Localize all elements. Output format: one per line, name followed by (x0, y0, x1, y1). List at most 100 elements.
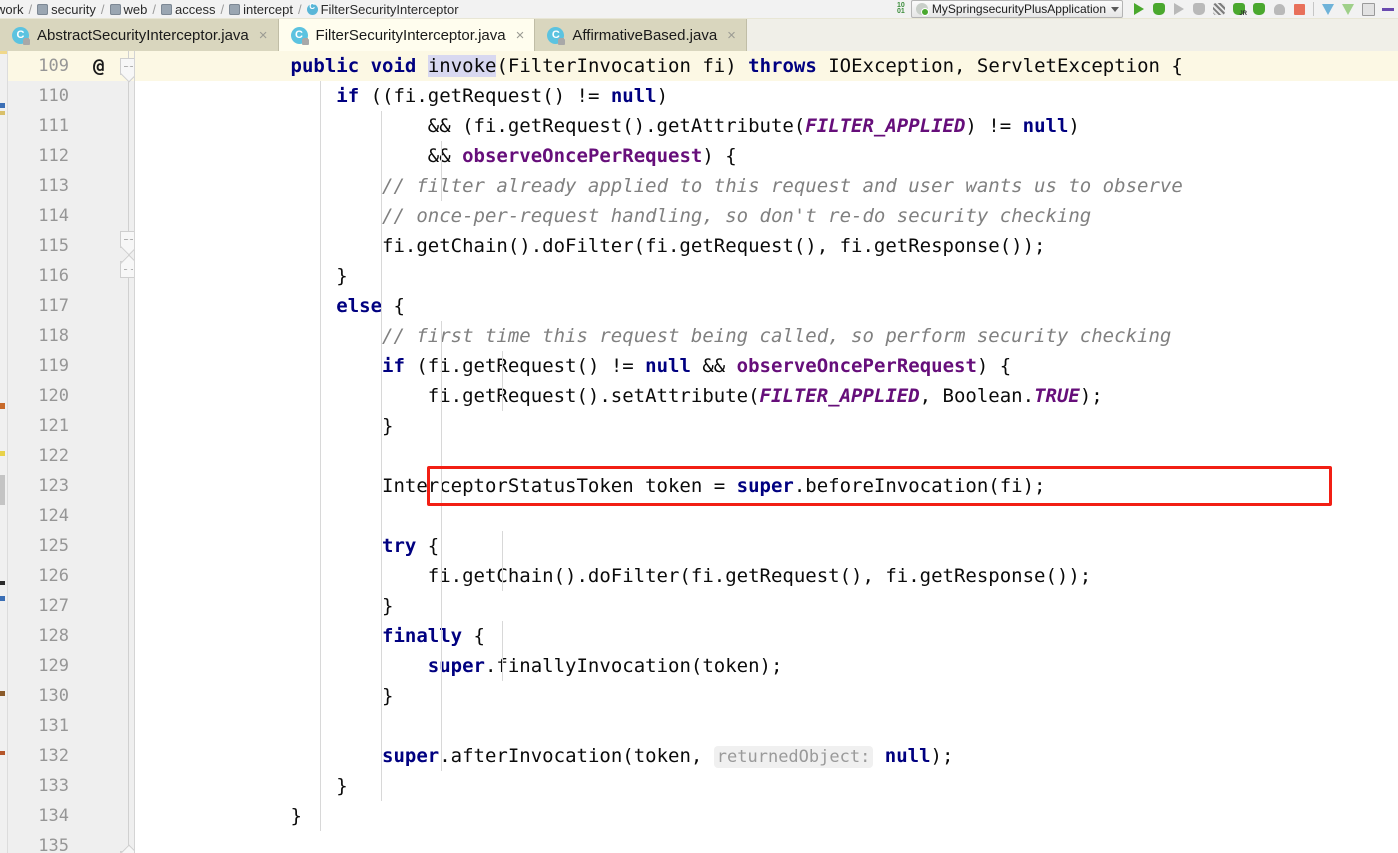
line-number[interactable]: 114 (9, 201, 69, 231)
gutter-row[interactable]: 132 (8, 741, 135, 771)
vcs-change-marker[interactable] (0, 691, 5, 696)
line-number[interactable]: 118 (9, 321, 69, 351)
line-number[interactable]: 115 (9, 231, 69, 261)
line-numbers-icon[interactable]: 10 01 (891, 0, 911, 18)
close-icon[interactable]: × (725, 28, 738, 43)
line-number[interactable]: 110 (9, 81, 69, 111)
line-number[interactable]: 133 (9, 771, 69, 801)
code-line[interactable]: } (135, 801, 1398, 831)
code-line[interactable]: else { (135, 291, 1398, 321)
line-number[interactable]: 131 (9, 711, 69, 741)
line-number[interactable]: 126 (9, 561, 69, 591)
vcs-change-marker[interactable] (0, 475, 5, 505)
gutter-row[interactable]: 117 (8, 291, 135, 321)
more-actions-button[interactable] (1378, 0, 1398, 18)
gutter-row[interactable]: 119 (8, 351, 135, 381)
vcs-history-button[interactable] (1358, 0, 1378, 18)
line-number[interactable]: 109 (9, 51, 69, 81)
code-editor[interactable]: 109 @110 111 112 113 114 115 116 117 118 119 120 121… (0, 51, 1398, 853)
line-number[interactable]: 123 (9, 471, 69, 501)
code-line[interactable]: fi.getRequest().setAttribute(FILTER_APPL… (135, 381, 1398, 411)
coverage-button[interactable] (1209, 0, 1229, 18)
line-number[interactable]: 125 (9, 531, 69, 561)
code-line[interactable]: InterceptorStatusToken token = super.bef… (135, 471, 1398, 501)
breadcrumb-item-web[interactable]: web (109, 0, 147, 18)
vcs-change-marker[interactable] (0, 403, 5, 409)
breadcrumb-item-access[interactable]: access (160, 0, 215, 18)
line-number[interactable]: 124 (9, 501, 69, 531)
code-line[interactable]: super.afterInvocation(token, returnedObj… (135, 741, 1398, 771)
editor-gutter[interactable]: 109 @110 111 112 113 114 115 116 117 118 119 120 121… (8, 51, 135, 853)
gutter-row[interactable]: 126 (8, 561, 135, 591)
line-number[interactable]: 113 (9, 171, 69, 201)
vcs-change-marker[interactable] (0, 581, 5, 585)
vcs-change-marker[interactable] (0, 103, 5, 108)
vcs-change-marker[interactable] (0, 596, 5, 601)
code-line[interactable]: } (135, 261, 1398, 291)
code-line[interactable] (135, 441, 1398, 471)
gutter-row[interactable]: 129 (8, 651, 135, 681)
gutter-row[interactable]: 110 (8, 81, 135, 111)
profile-async-button[interactable] (1249, 0, 1269, 18)
gutter-row[interactable]: 127 (8, 591, 135, 621)
gutter-row[interactable]: 125 (8, 531, 135, 561)
gutter-row[interactable]: 134 (8, 801, 135, 831)
gutter-row[interactable]: 114 (8, 201, 135, 231)
gutter-row[interactable]: 111 (8, 111, 135, 141)
code-line[interactable]: // once-per-request handling, so don't r… (135, 201, 1398, 231)
line-number[interactable]: 129 (9, 651, 69, 681)
attach-process-button[interactable] (1269, 0, 1289, 18)
vcs-change-marker[interactable] (0, 51, 7, 54)
gutter-row[interactable]: 121 (8, 411, 135, 441)
code-line[interactable]: } (135, 591, 1398, 621)
line-number[interactable]: 135 (9, 831, 69, 853)
line-number[interactable]: 117 (9, 291, 69, 321)
line-number[interactable]: 122 (9, 441, 69, 471)
gutter-row[interactable]: 124 (8, 501, 135, 531)
gutter-row[interactable]: 115 (8, 231, 135, 261)
breadcrumb-item-filtersecurityinterceptor[interactable]: FilterSecurityInterceptor (306, 0, 459, 18)
code-line[interactable]: // filter already applied to this reques… (135, 171, 1398, 201)
code-line[interactable] (135, 831, 1398, 853)
line-number[interactable]: 120 (9, 381, 69, 411)
line-number[interactable]: 134 (9, 801, 69, 831)
gutter-row[interactable]: 123 (8, 471, 135, 501)
code-line[interactable]: } (135, 771, 1398, 801)
line-number[interactable]: 128 (9, 621, 69, 651)
vcs-update-button[interactable] (1318, 0, 1338, 18)
code-line[interactable]: && (fi.getRequest().getAttribute(FILTER_… (135, 111, 1398, 141)
breadcrumb-item-intercept[interactable]: intercept (229, 0, 293, 18)
gutter-row[interactable]: 109 @ (8, 51, 135, 81)
line-number[interactable]: 112 (9, 141, 69, 171)
vcs-change-marker[interactable] (0, 111, 5, 115)
code-line[interactable]: fi.getChain().doFilter(fi.getRequest(), … (135, 231, 1398, 261)
code-line[interactable]: fi.getChain().doFilter(fi.getRequest(), … (135, 561, 1398, 591)
gutter-row[interactable]: 113 (8, 171, 135, 201)
code-line[interactable]: public void invoke(FilterInvocation fi) … (135, 51, 1398, 81)
gutter-row[interactable]: 130 (8, 681, 135, 711)
editor-tab-filtersecurityinterceptor[interactable]: FilterSecurityInterceptor.java × (278, 19, 536, 51)
close-icon[interactable]: × (514, 28, 527, 43)
code-line[interactable]: } (135, 681, 1398, 711)
profile-jfr-button[interactable]: JR (1229, 0, 1249, 18)
vcs-commit-button[interactable] (1338, 0, 1358, 18)
line-number[interactable]: 111 (9, 111, 69, 141)
stop-button[interactable] (1289, 0, 1309, 18)
code-line[interactable]: } (135, 411, 1398, 441)
breadcrumb-item-security[interactable]: security (37, 0, 96, 18)
gutter-row[interactable]: 120 (8, 381, 135, 411)
code-line[interactable] (135, 501, 1398, 531)
override-method-icon[interactable]: @ (93, 51, 104, 81)
gutter-row[interactable]: 135 (8, 831, 135, 853)
code-line[interactable]: && observeOncePerRequest) { (135, 141, 1398, 171)
gutter-row[interactable]: 131 (8, 711, 135, 741)
gutter-row[interactable]: 122 (8, 441, 135, 471)
code-line[interactable]: super.finallyInvocation(token); (135, 651, 1398, 681)
line-number[interactable]: 132 (9, 741, 69, 771)
gutter-row[interactable]: 133 (8, 771, 135, 801)
breadcrumb-item-work[interactable]: work (0, 0, 23, 18)
code-line[interactable]: if ((fi.getRequest() != null) (135, 81, 1398, 111)
line-number[interactable]: 130 (9, 681, 69, 711)
line-number[interactable]: 121 (9, 411, 69, 441)
vcs-change-marker[interactable] (0, 751, 5, 755)
